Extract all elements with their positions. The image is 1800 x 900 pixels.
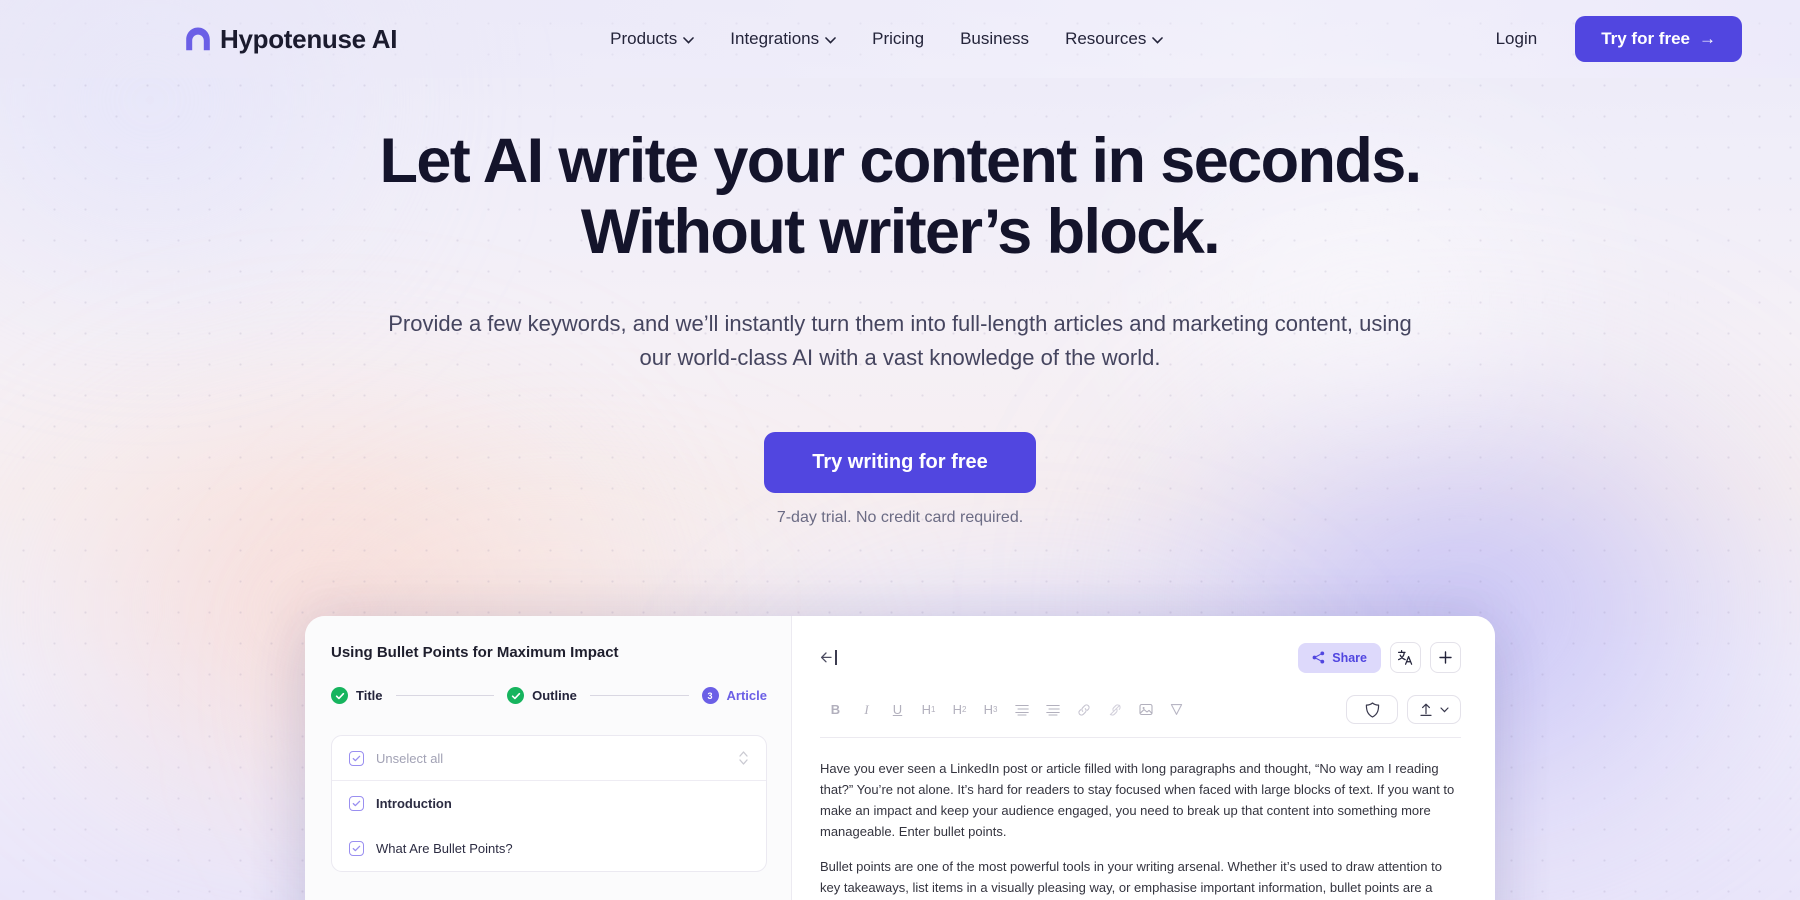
progress-stepper: Title Outline 3 Article <box>331 687 767 704</box>
plus-icon <box>1439 651 1452 664</box>
text-cursor <box>835 650 837 665</box>
sort-updown-icon[interactable] <box>738 750 749 766</box>
add-button[interactable] <box>1430 642 1461 673</box>
bullet-list-icon <box>1014 704 1029 716</box>
editor-paragraph: Have you ever seen a LinkedIn post or ar… <box>820 761 1455 840</box>
step-number-badge: 3 <box>701 687 719 704</box>
outline-item-row[interactable]: Introduction <box>332 781 766 826</box>
nav-item-resources[interactable]: Resources <box>1047 21 1181 57</box>
outline-panel: Using Bullet Points for Maximum Impact T… <box>305 616 792 900</box>
check-circle-icon <box>507 687 525 704</box>
translate-icon <box>1397 649 1413 665</box>
share-button[interactable]: Share <box>1298 642 1381 673</box>
checkbox-icon[interactable] <box>349 796 364 811</box>
editor-panel: Share B I U H 1 H 2 H 3 Have you ever se… <box>792 616 1495 900</box>
export-icon <box>1420 703 1432 716</box>
unlink-icon <box>1109 703 1121 716</box>
checkbox-icon[interactable] <box>349 750 364 766</box>
outline-item-row[interactable]: What Are Bullet Points? <box>332 826 766 871</box>
nav-item-label: Products <box>610 29 678 48</box>
editor-actions: Share <box>1298 642 1461 673</box>
brand-logo[interactable]: Hypotenuse AI <box>185 24 397 55</box>
link-button[interactable] <box>1068 696 1099 723</box>
hero-headline: Let AI write your content in seconds. Wi… <box>0 126 1800 267</box>
try-for-free-button[interactable]: Try for free → <box>1575 16 1742 62</box>
nav-links: Products Integrations Pricing Business R… <box>592 21 1181 57</box>
unlink-button[interactable] <box>1099 696 1130 723</box>
underline-button[interactable]: U <box>882 696 913 723</box>
nav-item-integrations[interactable]: Integrations <box>712 21 854 57</box>
link-icon <box>1077 703 1090 716</box>
image-icon <box>1138 703 1153 716</box>
unselect-all-row[interactable]: Unselect all <box>332 736 766 781</box>
hero-section: Let AI write your content in seconds. Wi… <box>0 126 1800 527</box>
step-label: Outline <box>532 688 577 703</box>
step-label: Article <box>726 688 767 703</box>
clear-format-icon <box>1170 704 1183 715</box>
outline-item-label: What Are Bullet Points? <box>376 841 513 856</box>
nav-item-label: Business <box>960 29 1030 48</box>
trial-note: 7-day trial. No credit card required. <box>776 509 1024 527</box>
hero-cta-group: Try writing for free 7-day trial. No cre… <box>0 432 1800 527</box>
landing-page: Hypotenuse AI Products Integrations Pric… <box>0 0 1800 900</box>
outline-checklist: Unselect all Introduction What Are Bulle… <box>331 735 767 872</box>
italic-button[interactable]: I <box>851 696 882 723</box>
top-navigation-bar: Hypotenuse AI Products Integrations Pric… <box>0 0 1800 78</box>
clear-format-button[interactable] <box>1161 696 1192 723</box>
chevron-down-icon <box>825 36 836 44</box>
hero-subheadline: Provide a few keywords, and we’ll instan… <box>388 311 1412 371</box>
try-writing-for-free-button[interactable]: Try writing for free <box>764 432 1036 494</box>
numbered-list-icon <box>1045 704 1060 716</box>
translate-button[interactable] <box>1390 642 1421 673</box>
checkbox-icon[interactable] <box>349 841 364 856</box>
step-connector <box>589 695 689 696</box>
step-number: 3 <box>707 690 713 701</box>
heading-3-button[interactable]: H3 <box>975 696 1006 723</box>
nav-item-pricing[interactable]: Pricing <box>854 21 942 57</box>
product-screenshot-mockup: Using Bullet Points for Maximum Impact T… <box>305 616 1495 900</box>
nav-item-label: Pricing <box>872 29 925 48</box>
arch-logo-icon <box>186 27 210 51</box>
export-button[interactable] <box>1407 695 1461 724</box>
nav-item-products[interactable]: Products <box>592 21 712 57</box>
formatting-toolbar: B I U H1 H2 H3 <box>820 695 1461 738</box>
brand-name: Hypotenuse AI <box>220 23 398 54</box>
step-article[interactable]: 3 Article <box>701 687 767 704</box>
hero-headline-line-2: Without writer’s block. <box>580 196 1221 267</box>
try-for-free-label: Try for free <box>1601 29 1690 48</box>
heading-2-button[interactable]: H2 <box>944 696 975 723</box>
outline-item-label: Introduction <box>376 796 452 811</box>
step-connector <box>395 695 495 696</box>
editor-topbar: Share <box>820 642 1461 673</box>
step-title[interactable]: Title <box>331 687 383 704</box>
share-label: Share <box>1332 650 1367 665</box>
document-title: Using Bullet Points for Maximum Impact <box>331 644 619 661</box>
chevron-down-icon <box>1440 706 1449 712</box>
editor-content[interactable]: Have you ever seen a LinkedIn post or ar… <box>820 758 1461 900</box>
login-link[interactable]: Login <box>1474 21 1560 57</box>
nav-item-label: Integrations <box>730 29 820 48</box>
toolbar-right-actions <box>1346 695 1461 724</box>
shield-icon <box>1365 701 1379 718</box>
nav-item-business[interactable]: Business <box>942 21 1047 57</box>
nav-actions: Login Try for free → <box>1474 16 1742 62</box>
back-arrow-icon[interactable] <box>820 650 837 665</box>
chevron-down-icon <box>683 36 695 44</box>
check-circle-icon <box>331 687 348 704</box>
heading-1-button[interactable]: H1 <box>913 696 944 723</box>
chevron-down-icon <box>1152 36 1164 44</box>
unselect-all-label: Unselect all <box>376 750 444 766</box>
hero-headline-line-1: Let AI write your content in seconds. <box>379 126 1422 196</box>
arrow-right-icon: → <box>1699 29 1716 48</box>
step-label: Title <box>356 688 383 703</box>
bullet-list-button[interactable] <box>1006 696 1037 723</box>
step-outline[interactable]: Outline <box>507 687 577 704</box>
bold-button[interactable]: B <box>820 696 851 723</box>
numbered-list-button[interactable] <box>1037 696 1068 723</box>
share-icon <box>1312 651 1325 664</box>
image-button[interactable] <box>1130 696 1161 723</box>
nav-item-label: Resources <box>1065 29 1147 48</box>
plagiarism-shield-button[interactable] <box>1346 695 1398 724</box>
editor-paragraph: Bullet points are one of the most powerf… <box>820 859 1442 896</box>
